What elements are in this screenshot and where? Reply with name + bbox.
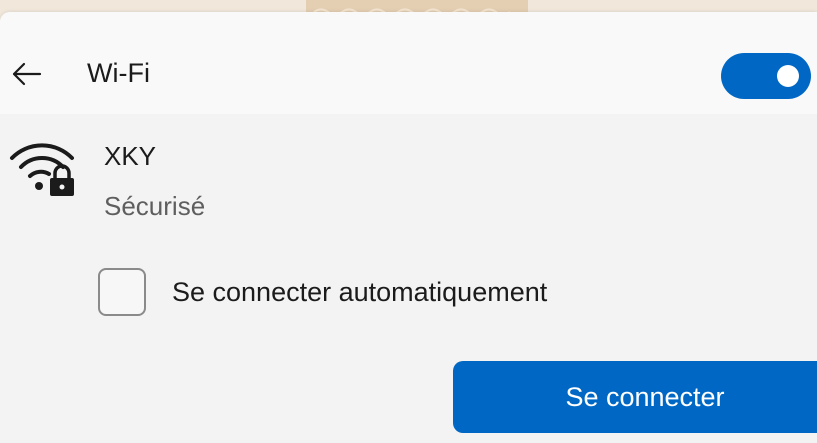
network-status: Sécurisé [104,191,206,221]
wifi-secured-icon [6,132,78,198]
auto-connect-checkbox[interactable] [98,268,146,316]
network-name: XKY [104,141,157,171]
toggle-knob [777,65,799,87]
auto-connect-label: Se connecter automatiquement [172,277,548,307]
wifi-header: Wi-Fi [0,12,817,114]
connect-button[interactable]: Se connecter [453,361,817,433]
page-title: Wi-Fi [87,58,150,88]
wifi-toggle[interactable] [721,53,811,99]
arrow-left-icon[interactable] [8,56,44,92]
